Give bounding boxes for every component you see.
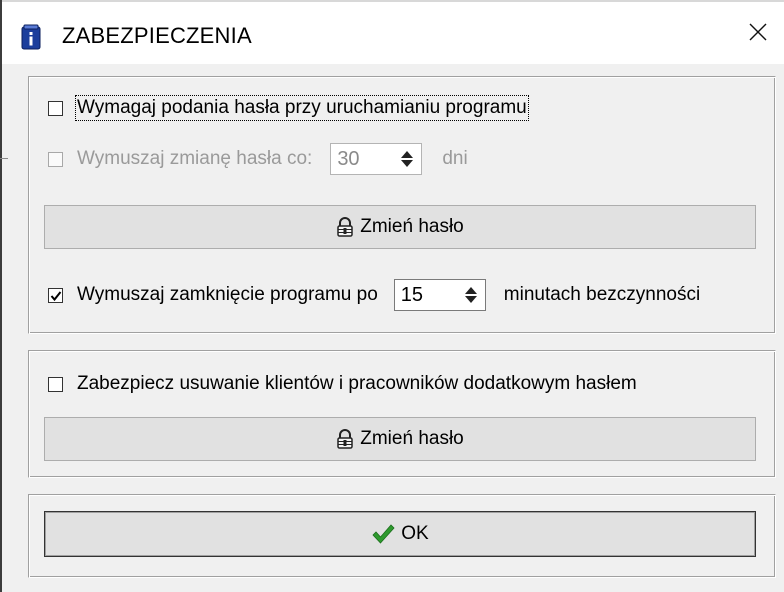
force-change-days-value: 30 <box>337 147 360 170</box>
force-close-minutes-value[interactable]: 15 <box>395 284 423 307</box>
background-artifact <box>0 158 8 159</box>
delete-change-password-label: Zmień hasło <box>360 428 464 449</box>
delete-protection-checkbox[interactable] <box>48 376 63 392</box>
days-unit-label: dni <box>442 148 468 169</box>
info-book-icon <box>20 24 42 50</box>
spin-arrows-icon[interactable] <box>460 283 482 307</box>
require-password-label: Wymagaj podania hasła przy uruchamianiu … <box>75 95 529 121</box>
change-password-button[interactable]: Zmień hasło <box>44 205 756 249</box>
minutes-unit-label: minutach bezczynności <box>503 284 701 305</box>
program-password-group: Wymagaj podania hasła przy uruchamianiu … <box>28 76 776 334</box>
force-close-row[interactable]: Wymuszaj zamknięcie programu po 15 minut… <box>48 279 700 311</box>
footer-group: OK <box>28 494 776 578</box>
change-password-label: Zmień hasło <box>360 216 464 237</box>
spin-arrows-icon <box>396 147 418 171</box>
close-icon <box>748 22 768 47</box>
lock-icon <box>336 217 354 237</box>
require-password-row[interactable]: Wymagaj podania hasła przy uruchamianiu … <box>48 95 529 121</box>
window-left-border <box>0 0 2 592</box>
delete-change-password-button[interactable]: Zmień hasło <box>44 417 756 461</box>
require-password-checkbox[interactable] <box>48 100 63 116</box>
checkmark-icon <box>371 523 395 545</box>
force-change-days-spinner: 30 <box>330 143 423 175</box>
title-bar: ZABEZPIECZENIA <box>2 2 784 64</box>
force-change-checkbox <box>48 151 63 167</box>
force-close-label: Wymuszaj zamknięcie programu po <box>77 284 378 305</box>
force-close-checkbox[interactable] <box>48 287 63 303</box>
delete-protection-row[interactable]: Zabezpiecz usuwanie klientów i pracownik… <box>48 373 637 395</box>
window-title: ZABEZPIECZENIA <box>62 23 252 48</box>
lock-icon <box>336 429 354 449</box>
ok-label: OK <box>401 523 429 544</box>
force-change-label: Wymuszaj zmianę hasła co: <box>77 148 313 169</box>
close-button[interactable] <box>736 12 780 56</box>
delete-protection-label: Zabezpiecz usuwanie klientów i pracownik… <box>77 373 637 394</box>
delete-protection-group: Zabezpiecz usuwanie klientów i pracownik… <box>28 350 776 478</box>
ok-button[interactable]: OK <box>44 511 756 557</box>
force-close-minutes-spinner[interactable]: 15 <box>393 279 486 311</box>
force-change-row: Wymuszaj zmianę hasła co: 30 dni <box>48 143 468 175</box>
